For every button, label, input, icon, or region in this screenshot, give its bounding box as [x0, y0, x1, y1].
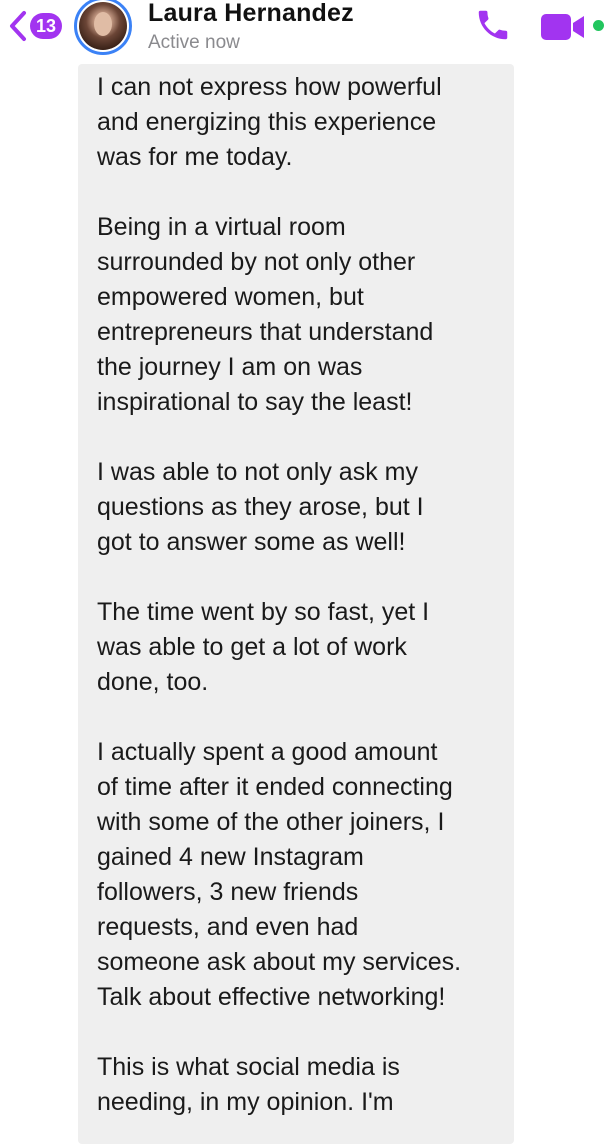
message-text: I can not express how powerful and energ… [97, 73, 462, 1116]
phone-icon[interactable] [474, 6, 512, 44]
online-dot [591, 18, 606, 33]
contact-name[interactable]: Laura Hernandez [148, 0, 354, 28]
avatar-face [94, 12, 112, 36]
back-button[interactable]: 13 [8, 10, 62, 42]
avatar-photo [79, 2, 127, 50]
unread-count-badge: 13 [30, 13, 62, 39]
avatar[interactable] [74, 0, 132, 55]
video-camera-icon[interactable] [540, 12, 588, 42]
active-status: Active now [148, 32, 240, 53]
chat-header: 13 Laura Hernandez Active now [0, 0, 616, 60]
chevron-left-icon [10, 11, 26, 41]
